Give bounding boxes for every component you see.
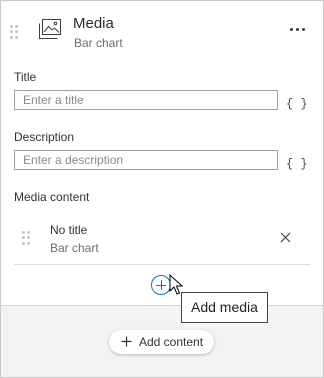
add-media-button[interactable] <box>151 275 171 295</box>
remove-media-icon[interactable] <box>280 232 291 243</box>
media-item-title[interactable]: No title <box>50 223 87 237</box>
description-label: Description <box>14 130 75 144</box>
title-input[interactable] <box>14 90 278 110</box>
drag-handle-icon[interactable] <box>10 25 18 39</box>
media-item-drag-handle-icon[interactable] <box>22 231 30 245</box>
title-expression-button[interactable]: { } <box>286 97 308 111</box>
media-content-label: Media content <box>14 190 90 204</box>
media-element-card: Media Bar chart Title { } Description { … <box>1 1 323 306</box>
more-options-icon[interactable] <box>288 24 306 34</box>
media-item-subtitle: Bar chart <box>50 241 99 255</box>
image-icon <box>39 19 61 39</box>
add-media-tooltip: Add media <box>181 292 268 323</box>
element-subtitle: Bar chart <box>74 36 123 50</box>
divider <box>14 264 310 265</box>
element-title: Media <box>73 15 114 32</box>
plus-icon <box>121 336 132 347</box>
mouse-pointer-icon <box>169 274 183 295</box>
add-content-label: Add content <box>139 335 204 349</box>
add-content-button[interactable]: Add content <box>109 330 214 354</box>
title-label: Title <box>14 70 37 84</box>
description-input[interactable] <box>14 150 278 170</box>
description-expression-button[interactable]: { } <box>286 157 308 171</box>
media-element-panel: Media Bar chart Title { } Description { … <box>0 0 324 378</box>
